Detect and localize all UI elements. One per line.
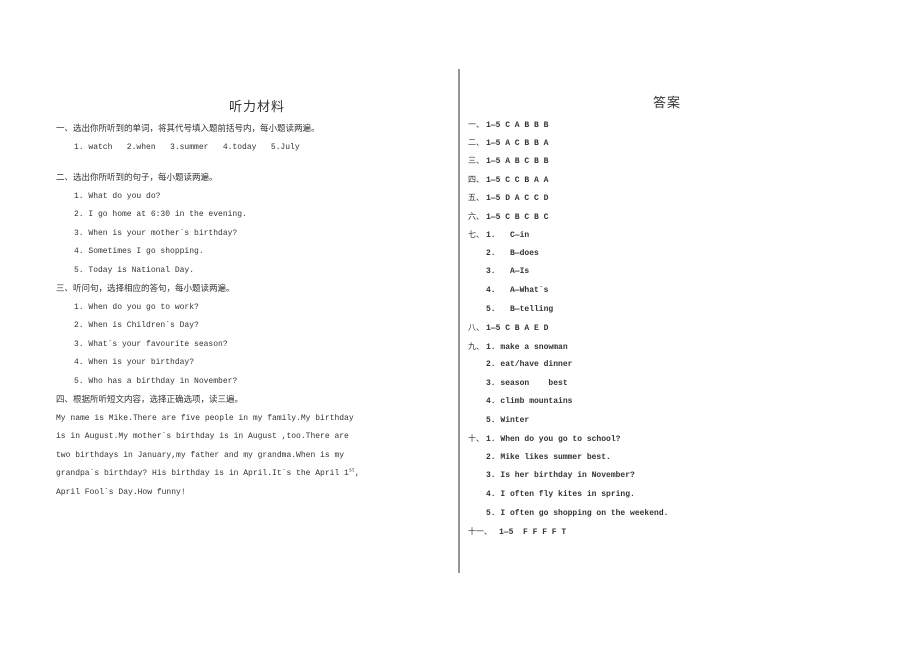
section-3-heading: 三、听问句，选择相应的答句，每小题读两遍。 — [56, 284, 235, 294]
answer-text: 3. Is her birthday in November? — [486, 471, 635, 480]
answer-text: 1—5 C B C B C — [486, 213, 549, 222]
section-2-item: 3. When is your mother`s birthday? — [74, 229, 238, 238]
answer-text: 5. I often go shopping on the weekend. — [486, 509, 669, 518]
passage-comma: , — [354, 469, 360, 478]
answer-row: 四、 1—5 C C B A A — [468, 175, 548, 186]
section-3-item: 3. What`s your favourite season? — [74, 340, 228, 349]
answer-text: 1—5 F F F F T — [499, 528, 567, 537]
section-2-item: 5. Today is National Day. — [74, 266, 195, 275]
answer-row: 五、 1—5 D A C C D — [468, 193, 548, 204]
answer-text: 3. season best — [486, 379, 568, 388]
answer-row: 八、 1—5 C B A E D — [468, 323, 548, 334]
section-2-heading: 二、选出你所听到的句子，每小题读两遍。 — [56, 173, 218, 183]
answer-row: 一、 1—5 C A B B B — [468, 120, 548, 131]
answer-section-number: 一、 — [468, 120, 484, 129]
passage-line: grandpa`s birthday? His birthday is in A… — [56, 468, 360, 479]
answer-row: 2. eat/have dinner — [468, 360, 572, 370]
passage-line: two birthdays in January,my father and m… — [56, 451, 345, 460]
answer-section-number: 七、 — [468, 230, 484, 239]
section-4-heading: 四、根据所听短文内容，选择正确选项，读三遍。 — [56, 395, 244, 405]
answer-text: 4. A—What`s — [486, 286, 549, 295]
answer-section-number: 九、 — [468, 342, 484, 351]
answer-text: 4. climb mountains — [486, 397, 573, 406]
answer-row: 2. B—does — [468, 249, 539, 259]
answer-section-number: 四、 — [468, 175, 484, 184]
answer-text: 4. I often fly kites in spring. — [486, 490, 635, 499]
answer-row: 5. I often go shopping on the weekend. — [468, 509, 668, 519]
answer-row: 十、 1. When do you go to school? — [468, 434, 620, 445]
answer-row: 九、 1. make a snowman — [468, 342, 568, 353]
answer-section-number: 六、 — [468, 212, 484, 221]
answer-text: 1. When do you go to school? — [486, 435, 621, 444]
answer-section-number: 二、 — [468, 138, 484, 147]
answer-text: 2. Mike likes summer best. — [486, 453, 611, 462]
answer-text: 1—5 A B C B B — [486, 157, 549, 166]
answers-title: 答案 — [653, 96, 682, 111]
answer-row: 六、 1—5 C B C B C — [468, 212, 548, 223]
answer-row: 5. Winter — [468, 416, 529, 426]
answer-text: 1—5 A C B B A — [486, 139, 549, 148]
answer-row: 4. A—What`s — [468, 286, 548, 296]
section-2-item: 1. What do you do? — [74, 192, 161, 201]
answer-row: 三、 1—5 A B C B B — [468, 156, 548, 167]
answer-text: 1. make a snowman — [486, 343, 568, 352]
passage-line: April Fool`s Day.How funny! — [56, 488, 186, 497]
answer-section-number: 三、 — [468, 156, 484, 165]
section-3-item: 1. When do you go to work? — [74, 303, 199, 312]
answer-text: 5. Winter — [486, 416, 530, 425]
answer-row: 4. climb mountains — [468, 397, 572, 407]
answer-text: 1—5 C A B B B — [486, 121, 549, 130]
answer-row: 十一、 1—5 F F F F T — [468, 527, 566, 538]
answer-text: 5. B—telling — [486, 305, 554, 314]
answer-section-number: 八、 — [468, 323, 484, 332]
answer-section-number: 十、 — [468, 434, 484, 443]
answer-text: 1. C—in — [486, 231, 530, 240]
answer-text: 3. A—Is — [486, 267, 530, 276]
answer-row: 七、 1. C—in — [468, 230, 529, 241]
passage-line-text: grandpa`s birthday? His birthday is in A… — [56, 469, 349, 478]
listening-material-title: 听力材料 — [229, 100, 286, 115]
passage-line: My name is Mike.There are five people in… — [56, 414, 354, 423]
section-3-item: 4. When is your birthday? — [74, 358, 195, 367]
answer-section-number: 五、 — [468, 193, 484, 202]
answer-row: 4. I often fly kites in spring. — [468, 490, 635, 500]
section-2-item: 2. I go home at 6:30 in the evening. — [74, 210, 247, 219]
section-2-item: 4. Sometimes I go shopping. — [74, 247, 204, 256]
page-divider — [458, 69, 460, 573]
answer-row: 3. season best — [468, 379, 568, 389]
answer-row: 二、 1—5 A C B B A — [468, 138, 548, 149]
answer-text: 2. eat/have dinner — [486, 360, 573, 369]
answer-text: 1—5 C C B A A — [486, 176, 549, 185]
passage-line: is in August.My mother`s birthday is in … — [56, 432, 349, 441]
section-3-item: 5. Who has a birthday in November? — [74, 377, 238, 386]
answer-row: 5. B—telling — [468, 305, 553, 315]
section-1-words: 1. watch 2.when 3.summer 4.today 5.July — [74, 143, 300, 152]
section-3-item: 2. When is Children`s Day? — [74, 321, 199, 330]
answer-section-number: 十一、 — [468, 527, 492, 536]
answer-text: 1—5 C B A E D — [486, 324, 549, 333]
answer-row: 3. Is her birthday in November? — [468, 471, 635, 481]
section-1-heading: 一、选出你所听到的单词，将其代号填入题前括号内，每小题读两遍。 — [56, 124, 320, 134]
answer-row: 2. Mike likes summer best. — [468, 453, 611, 463]
answer-text: 1—5 D A C C D — [486, 194, 549, 203]
answer-row: 3. A—Is — [468, 267, 529, 277]
answer-text: 2. B—does — [486, 249, 539, 258]
